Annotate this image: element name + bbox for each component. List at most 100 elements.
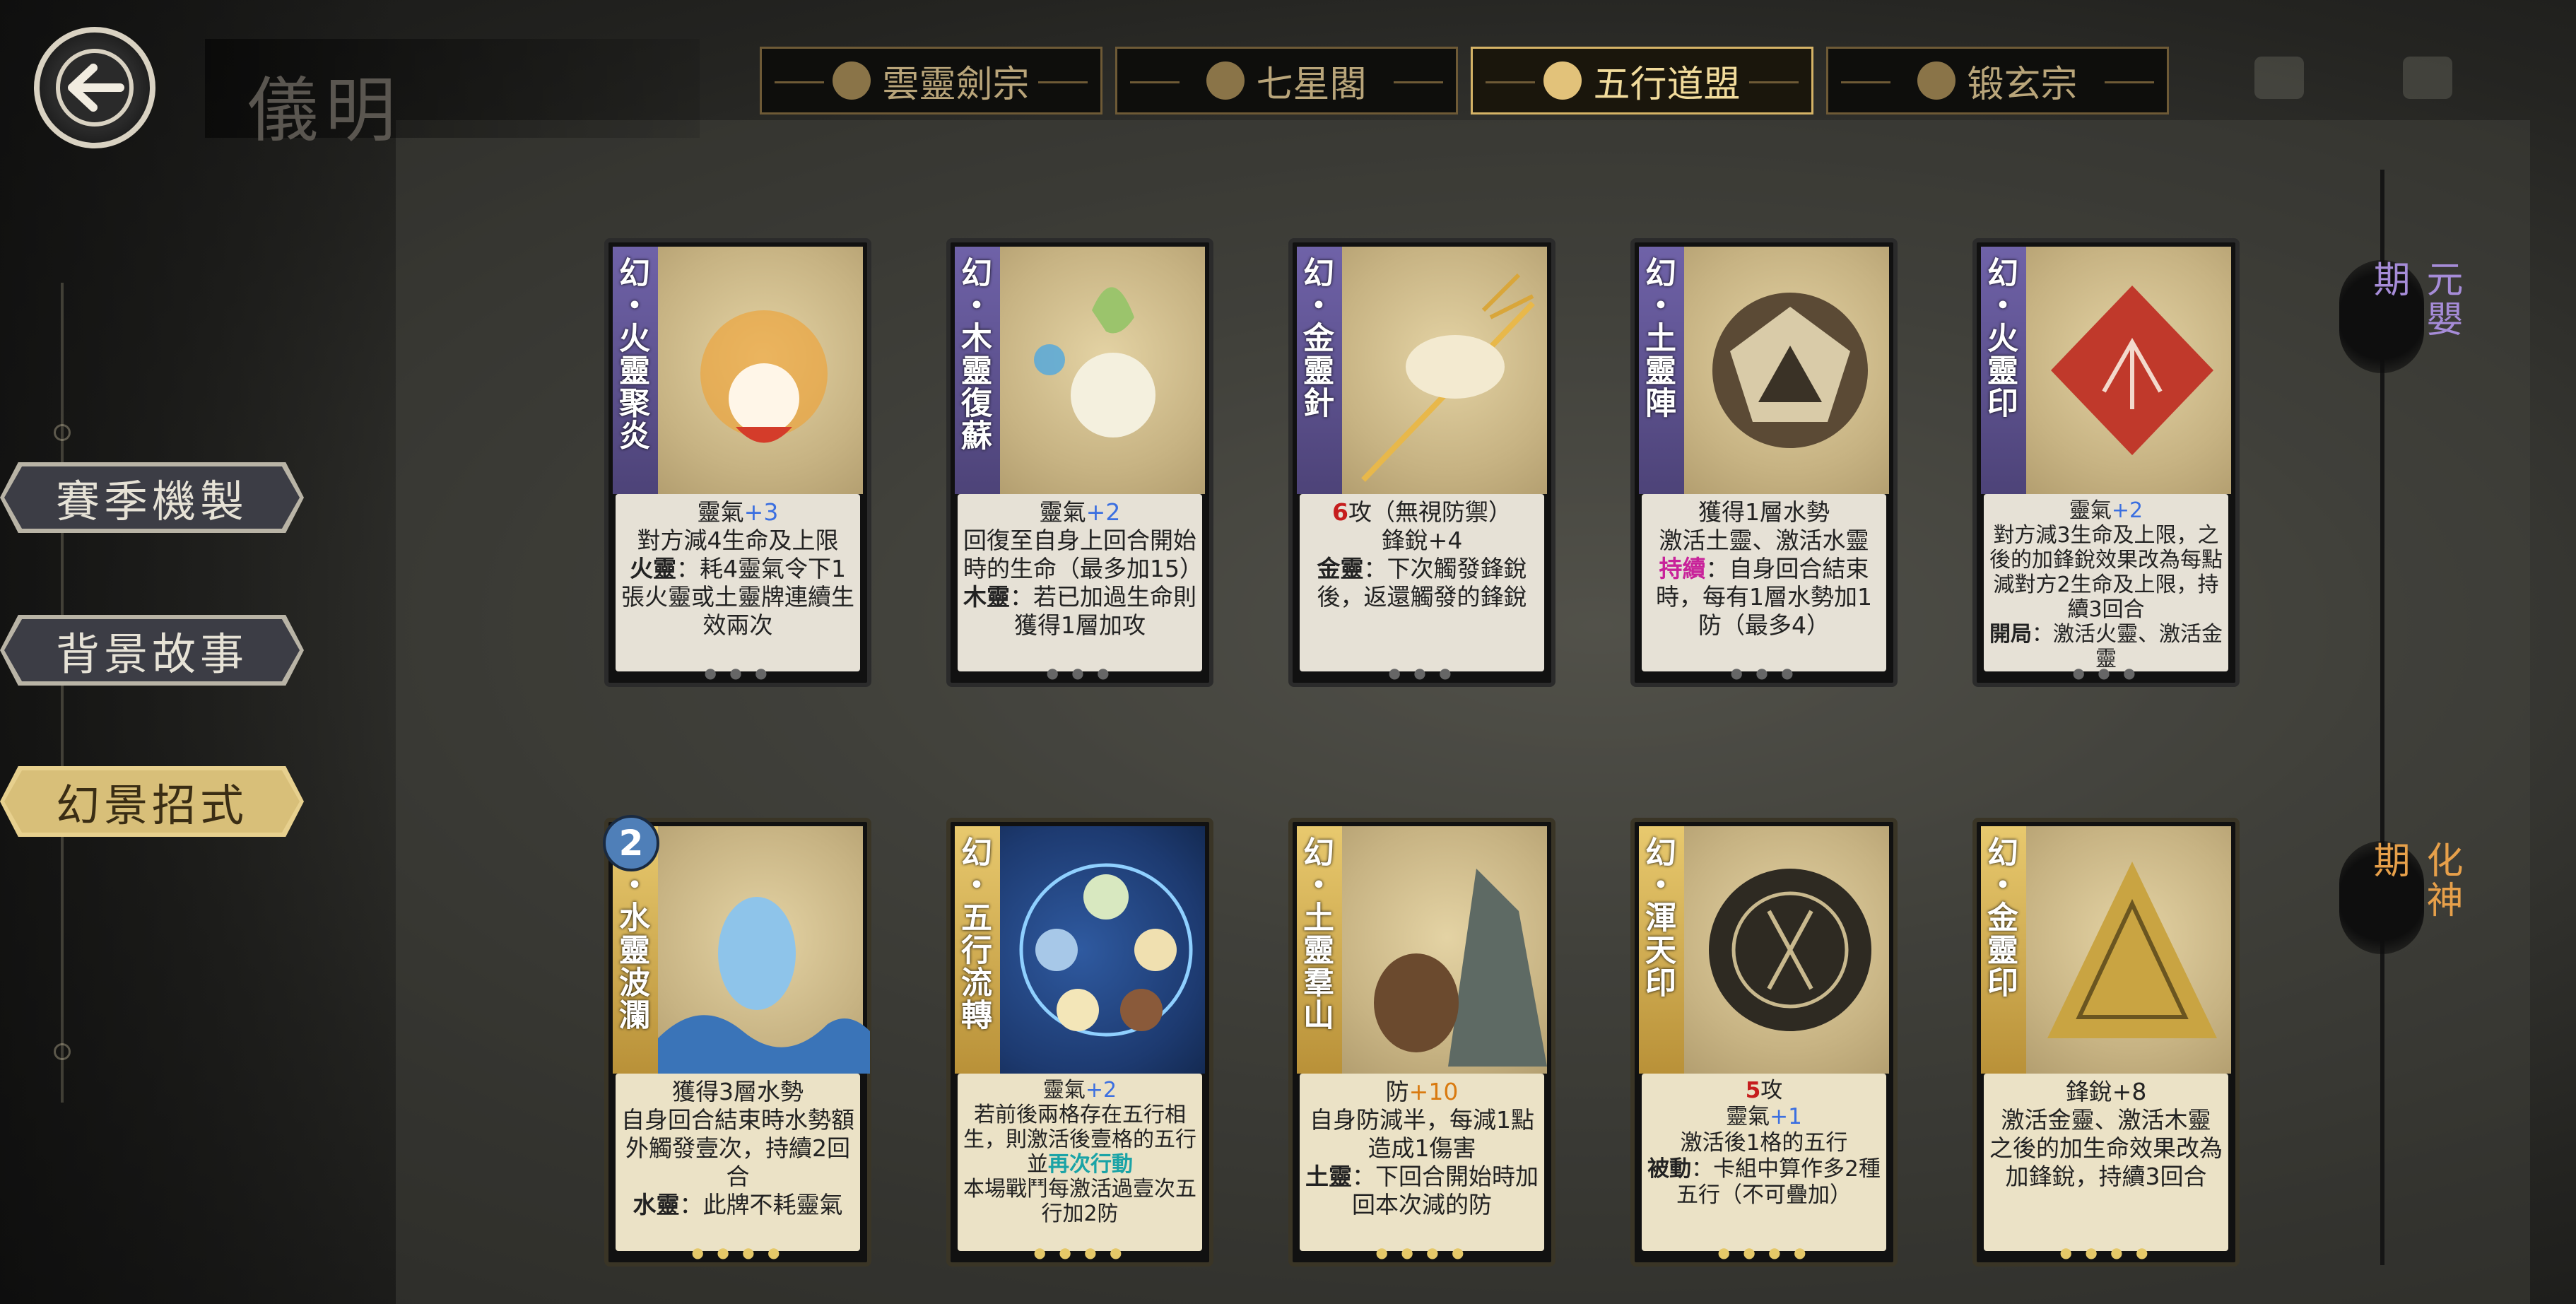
desc-text: 本場戰鬥每激活過壹次五行加2防 — [963, 1177, 1196, 1226]
desc-text: 靈氣 — [1726, 1104, 1770, 1129]
card-pager-dots: ● ● ● ● — [1717, 1244, 1811, 1261]
realm-label-huashen[interactable]: 化神期 — [2339, 841, 2462, 954]
settings-icon[interactable] — [2403, 57, 2452, 99]
card-pager-dots: ● ● ● ● — [691, 1244, 784, 1261]
realm-label-yuanying[interactable]: 元嬰期 — [2339, 260, 2462, 373]
desc-text: 獲得3層水勢 — [672, 1078, 804, 1105]
fire-spirit-icon — [700, 310, 828, 443]
card-name: 幻・金靈針 — [1298, 257, 1334, 419]
mail-icon[interactable] — [2254, 57, 2304, 99]
card-pager-dots: ● ● ● ● — [1375, 1244, 1469, 1261]
tab-yunling[interactable]: 雲靈劍宗 — [760, 47, 1102, 114]
card-name: 幻・金靈印 — [1982, 836, 2018, 999]
card-pager-dots: ● ● ● — [704, 664, 772, 681]
metal-seal-icon — [2047, 862, 2217, 1038]
card-name: 幻・火靈聚炎 — [613, 257, 649, 452]
desc-value: 6 — [1332, 498, 1348, 526]
flame-icon — [1917, 61, 1956, 100]
desc-value: +2 — [1086, 498, 1121, 526]
tab-label: 七星閣 — [1256, 63, 1367, 106]
sidebar-node — [54, 424, 71, 441]
sidebar-item-label: 幻景招式 — [55, 780, 248, 831]
desc-keyword: 持續 — [1659, 555, 1706, 582]
pagoda-icon — [1206, 61, 1245, 100]
card-pager-dots: ● ● ● — [1388, 664, 1456, 681]
sidebar-item-label: 賽季機製 — [55, 476, 248, 527]
desc-text: 靈氣 — [2069, 498, 2112, 523]
card-fire-spirit-seal[interactable]: 幻・火靈印 靈氣+2 對方減3生命及上限，之後的加鋒銳效果改為每點減對方2生命及… — [1972, 238, 2240, 687]
card-earth-spirit-mountains[interactable]: 幻・土靈羣山 防+10 自身防減半，每減1點造成1傷害 土靈：下回合開始時加回本… — [1288, 818, 1555, 1267]
card-metal-spirit-needle[interactable]: 幻・金靈針 6攻（無視防禦） 鋒銳+4 金靈：下次觸發鋒銳後，返還觸發的鋒銳 ●… — [1288, 238, 1555, 687]
desc-keyword: 金靈 — [1317, 555, 1364, 582]
water-spirit-icon — [658, 897, 870, 1074]
desc-text: 對方減4生命及上限 — [637, 527, 839, 554]
desc-text: 對方減3生命及上限，之後的加鋒銳效果改為每點減對方2生命及上限，持續3回合 — [1989, 523, 2223, 622]
card-wood-spirit-revive[interactable]: 幻・木靈復蘇 靈氣+2 回復至自身上回合開始時的生命（最多加15） 木靈：若已加… — [946, 238, 1213, 687]
card-metal-spirit-seal[interactable]: 幻・金靈印 鋒銳+8 激活金靈、激活木靈 之後的加生命效果改為加鋒銳，持續3回合… — [1972, 818, 2240, 1267]
realm-text: 元嬰期 — [2367, 260, 2462, 339]
sidebar-line — [61, 283, 64, 1103]
sidebar-item-illusion-moves[interactable]: 幻景招式 — [0, 766, 304, 837]
desc-keyword: 木靈 — [963, 583, 1010, 611]
card-fire-spirit-gather[interactable]: 幻・火靈聚炎 靈氣+3 對方減4生命及上限 火靈：耗4靈氣令下1張火靈或土靈牌連… — [604, 238, 871, 687]
desc-text: 鋒銳+4 — [1381, 527, 1463, 554]
card-pager-dots: ● ● ● ● — [2059, 1244, 2153, 1261]
desc-value: +3 — [743, 498, 779, 526]
desc-text: 之後的加生命效果改為加鋒銳，持續3回合 — [1989, 1134, 2223, 1190]
desc-keyword: 開局 — [1989, 622, 2032, 647]
sidebar-item-story[interactable]: 背景故事 — [0, 615, 304, 686]
tab-label: 锻玄宗 — [1967, 63, 2078, 106]
desc-text: ：下回合開始時加回本次減的防 — [1352, 1163, 1539, 1218]
desc-value: +2 — [2111, 498, 2143, 523]
five-spirits-icon — [1019, 863, 1193, 1037]
earth-array-icon — [1712, 293, 1868, 448]
tab-label: 雲靈劍宗 — [882, 63, 1030, 106]
desc-text: 自身回合結束時水勢額外觸發壹次，持續2回合 — [621, 1106, 854, 1190]
earth-spirit-icon — [1374, 869, 1547, 1067]
card-description: 5攻 靈氣+1 激活後1格的五行 被動：卡組中算作多2種五行（不可疊加） — [1642, 1074, 1886, 1251]
card-water-spirit-wave[interactable]: 2 幻・水靈波瀾 獲得3層水勢 自身回合結束時水勢額外觸發壹次，持續2回合 水靈… — [603, 815, 871, 1267]
sect-tabs: 雲靈劍宗 七星閣 五行道盟 锻玄宗 — [760, 47, 2169, 114]
fire-seal-icon — [2051, 286, 2213, 455]
desc-value: 5 — [1745, 1078, 1761, 1103]
card-five-elements-flow[interactable]: 幻・五行流轉 靈氣+2 若前後兩格存在五行相生，則激活後壹格的五行並再次行動 本… — [946, 818, 1213, 1267]
desc-keyword: 水靈 — [633, 1191, 680, 1218]
title-plate: 儀明 — [205, 39, 700, 152]
card-description: 靈氣+2 回復至自身上回合開始時的生命（最多加15） 木靈：若已加過生命則獲得1… — [958, 494, 1202, 671]
card-earth-spirit-array[interactable]: 幻・土靈陣 獲得1層水勢 激活土靈、激活水靈 持續：自身回合結束時，每有1層水勢… — [1630, 238, 1898, 687]
metal-spirit-icon — [1361, 273, 1535, 482]
cloud-sword-icon — [833, 61, 871, 100]
card-name: 幻・渾天印 — [1640, 836, 1676, 999]
card-description: 靈氣+3 對方減4生命及上限 火靈：耗4靈氣令下1張火靈或土靈牌連續生效兩次 — [616, 494, 860, 671]
desc-text: 激活金靈、激活木靈 — [2001, 1106, 2211, 1134]
sidebar-item-season[interactable]: 賽季機製 — [0, 462, 304, 533]
tab-duanxuan[interactable]: 锻玄宗 — [1826, 47, 2169, 114]
card-description: 靈氣+2 對方減3生命及上限，之後的加鋒銳效果改為每點減對方2生命及上限，持續3… — [1984, 494, 2228, 671]
desc-keyword: 再次行動 — [1048, 1152, 1133, 1177]
back-button[interactable] — [34, 27, 155, 148]
card-description: 6攻（無視防禦） 鋒銳+4 金靈：下次觸發鋒銳後，返還觸發的鋒銳 — [1300, 494, 1544, 671]
five-elements-icon — [1543, 61, 1582, 100]
card-description: 靈氣+2 若前後兩格存在五行相生，則激活後壹格的五行並再次行動 本場戰鬥每激活過… — [958, 1074, 1202, 1251]
card-huntian-seal[interactable]: 幻・渾天印 5攻 靈氣+1 激活後1格的五行 被動：卡組中算作多2種五行（不可疊… — [1630, 818, 1898, 1267]
desc-text: 獲得1層水勢 — [1698, 498, 1830, 526]
desc-text: 靈氣 — [697, 498, 744, 526]
tab-wuxing[interactable]: 五行道盟 — [1471, 47, 1813, 114]
tab-label: 五行道盟 — [1593, 63, 1741, 106]
tab-qixing[interactable]: 七星閣 — [1115, 47, 1458, 114]
desc-text: 自身防減半，每減1點造成1傷害 — [1310, 1106, 1534, 1162]
desc-value: +2 — [1085, 1078, 1117, 1103]
card-name: 幻・土靈羣山 — [1298, 836, 1334, 1031]
card-pager-dots: ● ● ● — [2072, 664, 2140, 681]
desc-text: 攻 — [1760, 1078, 1783, 1103]
card-pager-dots: ● ● ● ● — [1033, 1244, 1127, 1261]
desc-text: 靈氣 — [1039, 498, 1086, 526]
sidebar-node — [54, 1043, 71, 1060]
huntian-seal-icon — [1709, 869, 1871, 1031]
card-name: 幻・土靈陣 — [1640, 257, 1676, 419]
sidebar-item-label: 背景故事 — [55, 628, 248, 680]
wood-spirit-icon — [1034, 287, 1155, 437]
card-description: 獲得3層水勢 自身回合結束時水勢額外觸發壹次，持續2回合 水靈：此牌不耗靈氣 — [616, 1074, 860, 1251]
desc-text: 鋒銳+8 — [2065, 1078, 2147, 1105]
desc-text: 激活土靈、激活水靈 — [1659, 527, 1869, 554]
